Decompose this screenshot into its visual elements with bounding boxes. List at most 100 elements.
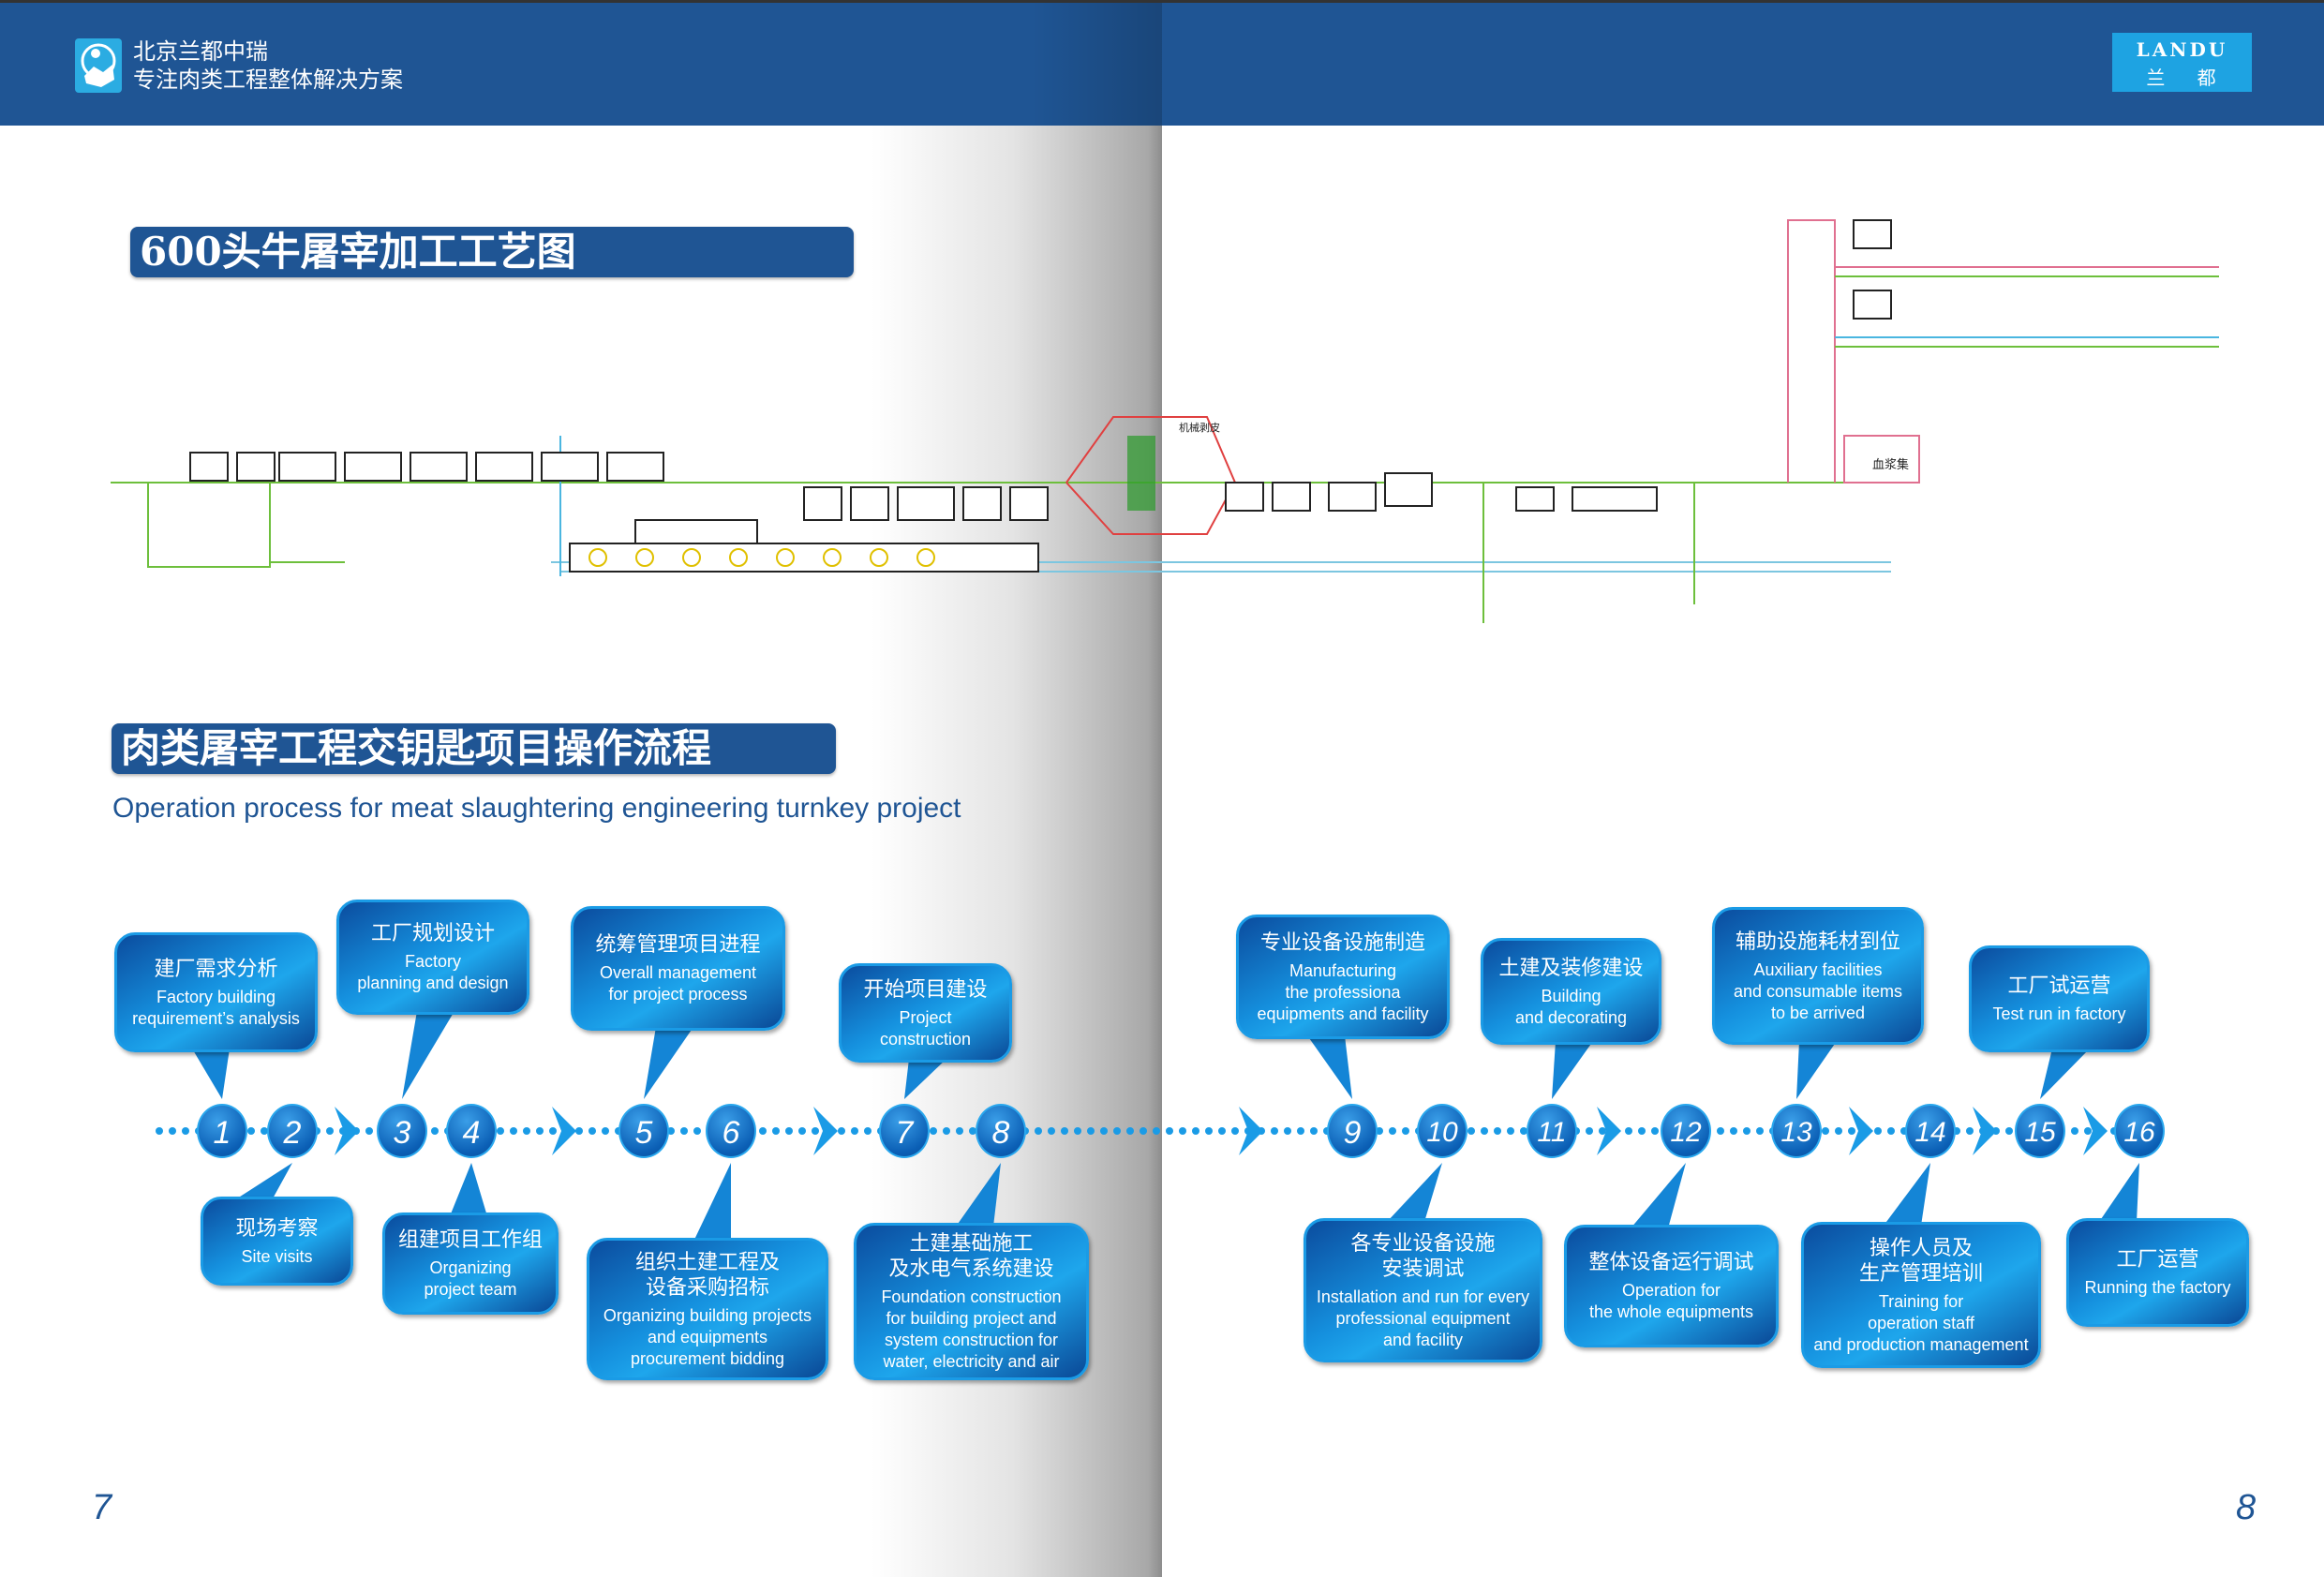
timeline-dot — [1035, 1127, 1042, 1135]
timeline-dot — [549, 1127, 557, 1135]
callout-tail — [1884, 1163, 1930, 1226]
callout-tail — [402, 1011, 454, 1099]
timeline-dot — [1113, 1127, 1121, 1135]
step-title-en: Auxiliary facilities — [1753, 960, 1883, 979]
timeline-dot — [1231, 1127, 1239, 1135]
step-title-zh: 操作人员及 — [1869, 1235, 1973, 1259]
timeline-dot — [1625, 1127, 1632, 1135]
timeline-dot — [1061, 1127, 1068, 1135]
callout-tail — [2099, 1163, 2139, 1222]
step-callout-15: 工厂试运营 Test run in factory — [1969, 945, 2150, 1052]
step-title-en: and consumable items — [1733, 981, 1903, 1001]
timeline-dot — [1507, 1127, 1514, 1135]
chevron-right-icon — [1973, 1107, 1997, 1155]
timeline-dot — [2084, 1127, 2092, 1135]
timeline-dot — [1835, 1127, 1842, 1135]
step-title-zh: 工厂试运营 — [2007, 974, 2111, 997]
callout-tail — [693, 1163, 731, 1242]
timeline-dot — [930, 1127, 937, 1135]
step-title-en: the whole equipments — [1588, 1302, 1754, 1321]
step-title-en: Installation and run for every — [1316, 1287, 1530, 1306]
timeline-dot — [1218, 1127, 1226, 1135]
step-title-en: Running the factory — [2084, 1278, 2231, 1297]
step-number-badge: 3 — [377, 1104, 427, 1158]
step-number-badge: 1 — [197, 1104, 247, 1158]
step-number-badge: 16 — [2114, 1104, 2165, 1158]
timeline-dot — [759, 1127, 767, 1135]
step-title-en: operation staff — [1868, 1313, 1974, 1332]
callout-tail — [644, 1027, 693, 1099]
timeline-dot — [864, 1127, 872, 1135]
step-title-zh: 现场考察 — [235, 1215, 319, 1240]
timeline-dot — [1048, 1127, 1055, 1135]
timeline-dot — [838, 1127, 845, 1135]
timeline-dot — [1887, 1127, 1895, 1135]
callout-tail — [904, 1059, 946, 1099]
step-callout-8: 土建基础施工 及水电气系统建设 Foundation construction for… — [854, 1223, 1089, 1380]
step-title-en: equipments and facility — [1257, 1004, 1429, 1023]
step-title-en: Building — [1541, 986, 1601, 1005]
chevron-right-icon — [335, 1107, 359, 1155]
callout-tail — [1552, 1041, 1593, 1099]
timeline-dot — [1271, 1127, 1278, 1135]
step-title-zh: 组织土建工程及 — [634, 1249, 780, 1273]
callout-tail — [1307, 1035, 1352, 1099]
step-title-en: Organizing — [429, 1258, 512, 1277]
step-title-zh: 组建项目工作组 — [397, 1227, 543, 1251]
step-title-en: and equipments — [647, 1327, 768, 1346]
timeline-dot — [1848, 1127, 1855, 1135]
step-number-badge: 9 — [1327, 1104, 1378, 1158]
step-callout-16: 工厂运营 Running the factory — [2066, 1218, 2249, 1327]
timeline-dot — [1467, 1127, 1475, 1135]
timeline-dot — [851, 1127, 858, 1135]
timeline-dot — [536, 1127, 544, 1135]
timeline-dot — [1481, 1127, 1488, 1135]
step-number-badge: 12 — [1661, 1104, 1711, 1158]
step-callout-4: 组建项目工作组 Organizing project team — [382, 1213, 559, 1315]
step-title-zh: 开始项目建设 — [863, 976, 988, 1001]
callout-tail — [192, 1049, 230, 1099]
step-callout-6: 组织土建工程及 设备采购招标 Organizing building project… — [587, 1238, 828, 1380]
step-title-en: professional equipment — [1335, 1308, 1511, 1328]
timeline-dot — [943, 1127, 950, 1135]
timeline-dot — [1730, 1127, 1737, 1135]
step-title-en: Project — [899, 1007, 952, 1027]
timeline-dot — [1756, 1127, 1764, 1135]
callout-tail — [1796, 1041, 1837, 1099]
step-title-en: Test run in factory — [1992, 1004, 2126, 1023]
timeline-dot — [326, 1127, 334, 1135]
step-title-zh: 生产管理培训 — [1858, 1260, 1983, 1285]
step-callout-9: 专业设备设施制造 Manufacturing the professiona equi… — [1236, 915, 1450, 1039]
callout-tail — [1387, 1163, 1442, 1222]
step-title-zh: 土建及装修建设 — [1498, 955, 1644, 979]
step-callout-2: 现场考察 Site visits — [201, 1197, 353, 1286]
step-title-en: and facility — [1382, 1330, 1464, 1349]
timeline-dot — [2071, 1127, 2078, 1135]
timeline-dot — [1822, 1127, 1829, 1135]
timeline-dot — [1310, 1127, 1318, 1135]
timeline-dot — [1651, 1127, 1659, 1135]
timeline-dot — [497, 1127, 504, 1135]
timeline-dot — [1743, 1127, 1750, 1135]
callout-tail — [956, 1163, 1001, 1227]
step-number-badge: 7 — [879, 1104, 930, 1158]
callout-tail — [1631, 1163, 1686, 1228]
step-title-zh: 辅助设施耗材到位 — [1735, 929, 1900, 953]
timeline-dot — [680, 1127, 688, 1135]
timeline-dot — [431, 1127, 439, 1135]
timeline-dot — [785, 1127, 793, 1135]
timeline-dot — [1166, 1127, 1173, 1135]
step-title-en: project team — [424, 1280, 517, 1299]
step-number-badge: 5 — [618, 1104, 669, 1158]
step-number-badge: 10 — [1417, 1104, 1467, 1158]
timeline-dot — [588, 1127, 596, 1135]
step-number-badge: 6 — [706, 1104, 756, 1158]
step-title-en: water, electricity and air — [883, 1352, 1060, 1371]
step-title-en: Manufacturing — [1289, 960, 1397, 980]
timeline-dot — [1179, 1127, 1186, 1135]
step-title-en: Factory building — [156, 987, 276, 1006]
step-title-en: Foundation construction — [881, 1287, 1062, 1306]
step-title-en: Organizing building projects — [603, 1305, 812, 1325]
timeline-dot — [247, 1127, 255, 1135]
timeline-dot — [798, 1127, 806, 1135]
